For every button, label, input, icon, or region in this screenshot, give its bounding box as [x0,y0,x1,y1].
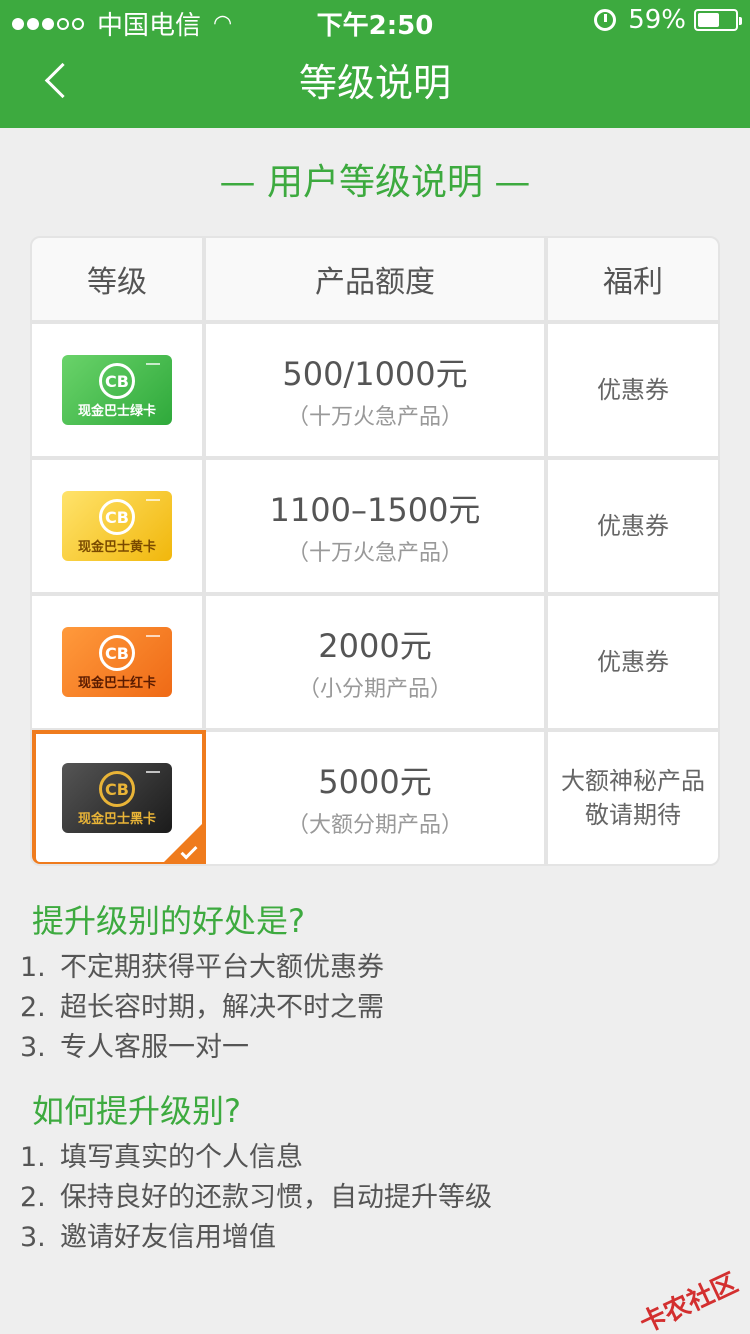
list-item-text: 专人客服一对一 [60,1032,249,1063]
yellow-card-icon: CB 现金巴士黄卡 [62,491,172,561]
amount-value: 500/1000元 [282,355,468,393]
table-row-benefit: 优惠券 [548,460,718,592]
table-row-level: CB 现金巴士黄卡 [32,460,202,592]
card-logo-icon: CB [99,363,135,399]
table-row-level: CB 现金巴士绿卡 [32,324,202,456]
table-row-amount: 500/1000元 （十万火急产品） [206,324,544,456]
table-row-benefit: 大额神秘产品 敬请期待 [548,732,718,864]
amount-note: （十万火急产品） [286,541,463,566]
list-item-text: 保持良好的还款习惯，自动提升等级 [60,1182,492,1213]
benefit-text: 优惠券 [597,648,669,676]
list-item-text: 邀请好友信用增值 [60,1222,276,1253]
list-item: 1. 填写真实的个人信息 [20,1138,492,1178]
table-row-benefit: 优惠券 [548,596,718,728]
green-card-icon: CB 现金巴士绿卡 [62,355,172,425]
table-row-level: CB 现金巴士红卡 [32,596,202,728]
amount-value: 1100–1500元 [269,491,481,529]
amount-note: （大额分期产品） [286,813,463,838]
howto-title: 如何提升级别? [32,1092,241,1130]
list-item-text: 超长容时期，解决不时之需 [60,992,384,1023]
benefit-text: 大额神秘产品 [561,767,705,795]
list-item: 3. 专人客服一对一 [20,1028,384,1068]
list-item: 3. 邀请好友信用增值 [20,1218,492,1258]
benefit-text-2: 敬请期待 [585,801,681,829]
red-card-icon: CB 现金巴士红卡 [62,627,172,697]
battery-icon [694,9,742,31]
page-title: 等级说明 [298,61,451,105]
list-item: 1. 不定期获得平台大额优惠券 [20,948,384,988]
header-bar: 中国电信 ◠ 下午2:50 59% 等级说明 [0,0,750,128]
benefit-text: 优惠券 [597,376,669,404]
level-table: 等级 产品额度 福利 CB 现金巴士绿卡 500/1000元 （十万火急产品） … [30,236,720,866]
table-row-level: CB 现金巴士黑卡 [32,732,202,864]
section-title: — 用户等级说明 — [219,162,531,203]
list-item: 2. 保持良好的还款习惯，自动提升等级 [20,1178,492,1218]
table-row-amount: 5000元 （大额分期产品） [206,732,544,864]
amount-value: 2000元 [318,627,432,665]
card-logo-icon: CB [99,635,135,671]
header-benefit: 福利 [548,238,718,320]
status-bar: 中国电信 ◠ 下午2:50 59% [0,0,750,41]
alarm-icon [594,9,617,31]
amount-value: 5000元 [318,763,432,801]
table-row-amount: 1100–1500元 （十万火急产品） [206,460,544,592]
list-item-text: 不定期获得平台大额优惠券 [60,952,384,983]
benefits-title: 提升级别的好处是? [32,902,305,940]
amount-note: （十万火急产品） [286,405,463,430]
amount-note: （小分期产品） [297,677,452,702]
card-name: 现金巴士黑卡 [77,812,156,827]
card-name: 现金巴士黄卡 [77,540,156,555]
card-logo-icon: CB [99,771,135,807]
watermark-logo: 卡农社区 [635,1268,743,1334]
table-row-amount: 2000元 （小分期产品） [206,596,544,728]
benefits-list: 1. 不定期获得平台大额优惠券 2. 超长容时期，解决不时之需 3. 专人客服一对一 [20,948,384,1068]
card-logo-icon: CB [99,499,135,535]
header-level: 等级 [32,238,202,320]
list-item-text: 填写真实的个人信息 [60,1142,303,1173]
header-amount: 产品额度 [206,238,544,320]
card-name: 现金巴士红卡 [77,676,156,691]
list-item: 2. 超长容时期，解决不时之需 [20,988,384,1028]
battery-percent: 59% [628,5,686,35]
howto-list: 1. 填写真实的个人信息 2. 保持良好的还款习惯，自动提升等级 3. 邀请好友信用增… [20,1138,492,1258]
benefit-text: 优惠券 [597,512,669,540]
black-card-icon: CB 现金巴士黑卡 [62,763,172,833]
table-row-benefit: 优惠券 [548,324,718,456]
card-name: 现金巴士绿卡 [77,404,156,419]
